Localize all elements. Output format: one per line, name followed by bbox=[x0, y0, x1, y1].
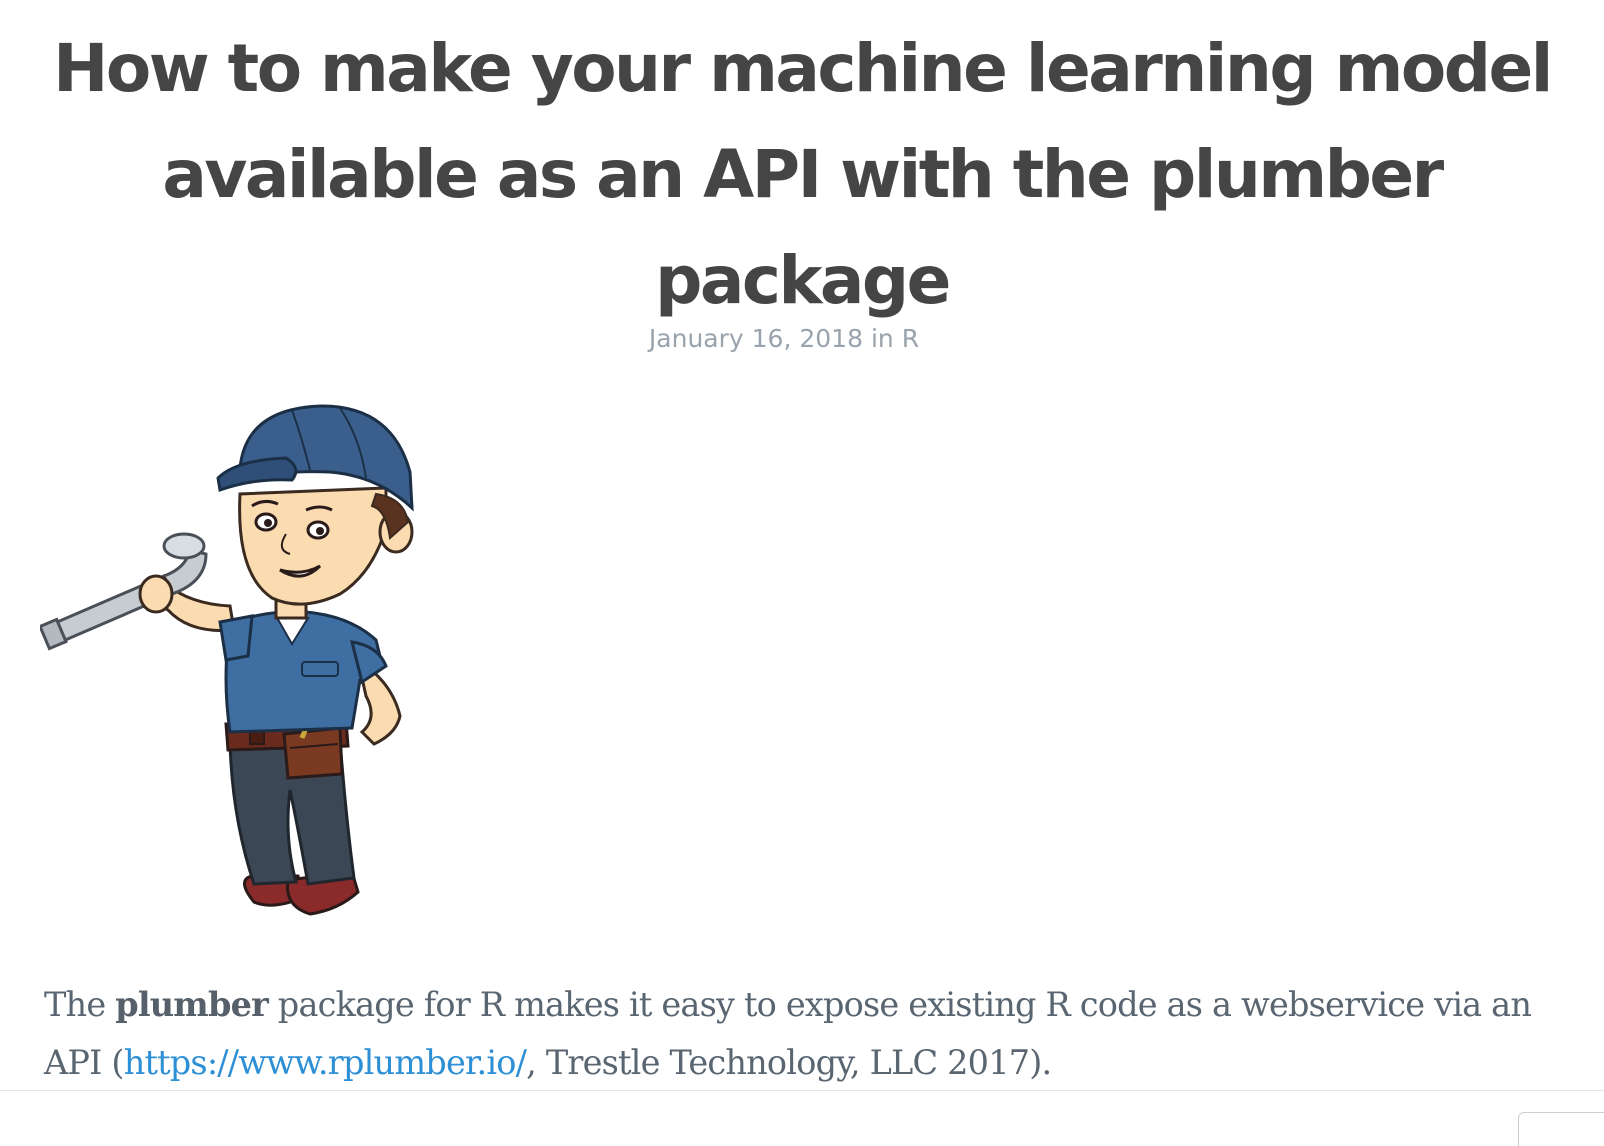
intro-text-end: , Trestle Technology, LLC 2017). bbox=[526, 1043, 1052, 1082]
bottom-divider bbox=[0, 1090, 1604, 1091]
category-link[interactable]: R bbox=[902, 324, 919, 353]
post-date: January 16, 2018 bbox=[648, 324, 863, 353]
plumber-mascot-illustration bbox=[40, 404, 414, 916]
intro-text-start: The bbox=[44, 985, 116, 1024]
intro-paragraph: The plumber package for R makes it easy … bbox=[44, 976, 1544, 1092]
post-title: How to make your machine learning model … bbox=[53, 30, 1553, 319]
post-meta-in: in bbox=[870, 324, 894, 353]
post-meta: January 16, 2018 in R bbox=[0, 324, 1568, 353]
rplumber-link[interactable]: https://www.rplumber.io/ bbox=[124, 1043, 527, 1082]
corner-widget[interactable] bbox=[1518, 1112, 1604, 1146]
blog-post-page: How to make your machine learning model … bbox=[0, 0, 1604, 1146]
intro-bold-package-name: plumber bbox=[115, 985, 269, 1024]
